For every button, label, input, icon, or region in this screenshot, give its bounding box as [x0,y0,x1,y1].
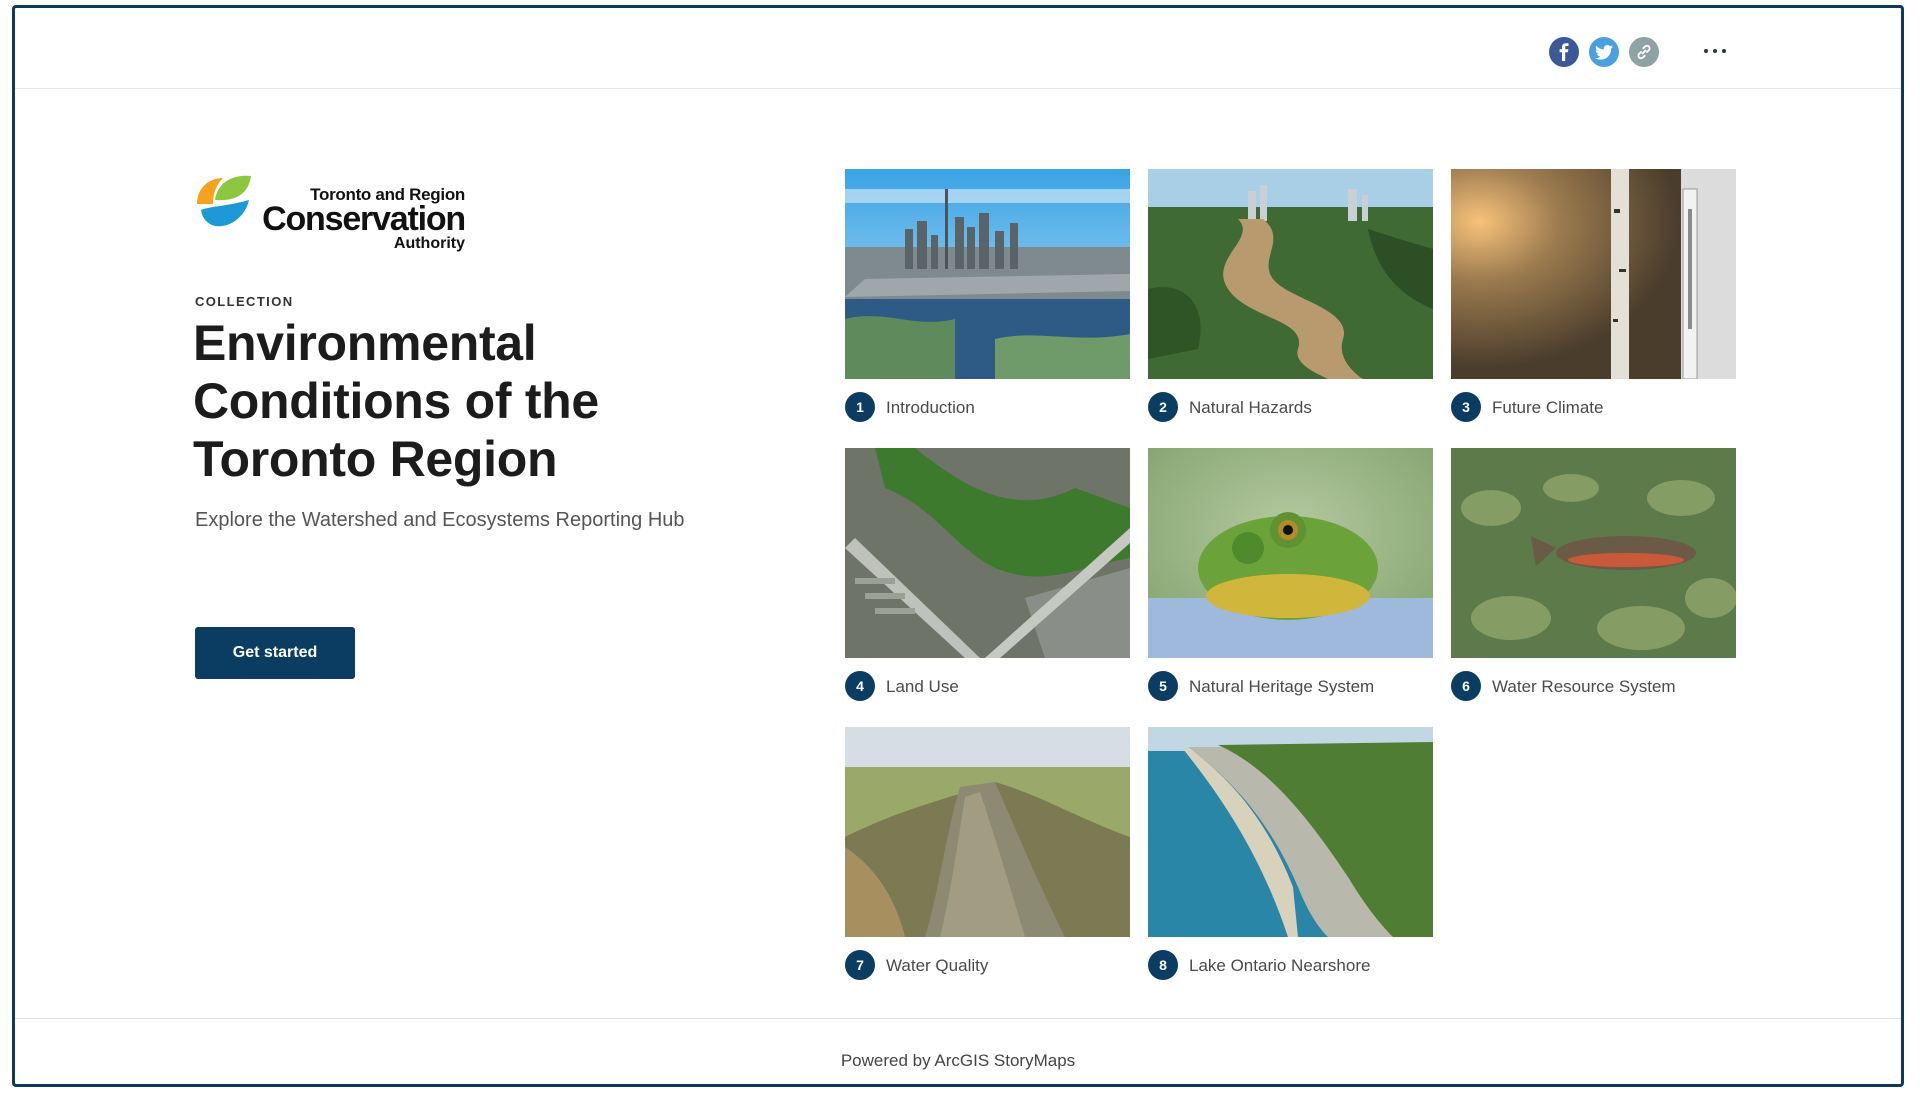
powered-by-link[interactable]: Powered by ArcGIS StoryMaps [15,1051,1901,1071]
collection-card-natural-hazards[interactable]: 2 Natural Hazards [1148,169,1433,422]
card-number-badge: 3 [1451,392,1481,422]
card-label: Introduction [886,398,975,417]
page-subtitle: Explore the Watershed and Ecosystems Rep… [195,509,685,531]
facebook-share-button[interactable] [1549,37,1579,67]
facebook-icon [1559,43,1569,61]
link-icon [1637,44,1651,60]
card-label: Water Quality [886,956,989,975]
collection-card-introduction[interactable]: 1 Introduction [845,169,1130,422]
thumbnail-bluffs-shoreline [1148,727,1433,937]
footer: Powered by ArcGIS StoryMaps [15,1018,1901,1084]
card-number-badge: 1 [845,392,875,422]
logo-line-3: Authority [393,235,465,252]
logo-wordmark: Toronto and Region Conservation Authorit… [255,166,466,252]
thumbnail-toronto-skyline [845,169,1130,379]
collection-card-water-resource-system[interactable]: 6 Water Resource System [1451,448,1736,701]
thumbnail-green-frog [1148,448,1433,658]
card-number-badge: 5 [1148,671,1178,701]
card-number-badge: 4 [845,671,875,701]
thumbnail-flooded-river [1148,169,1433,379]
collection-eyebrow: COLLECTION [195,294,294,309]
thumbnail-birch-thermometer [1451,169,1736,379]
collection-card-water-quality[interactable]: 7 Water Quality [845,727,1130,980]
trca-logo-icon [197,175,251,227]
card-label: Water Resource System [1492,677,1676,696]
thumbnail-river-spring [845,727,1130,937]
thumbnail-suburban-aerial [845,448,1130,658]
more-options-icon [1704,49,1708,53]
collection-card-lake-ontario-nearshore[interactable]: 8 Lake Ontario Nearshore [1148,727,1433,980]
twitter-share-button[interactable] [1589,37,1619,67]
trca-logo: Toronto and Region Conservation Authorit… [193,166,466,252]
card-label: Lake Ontario Nearshore [1189,956,1371,975]
story-frame: Toronto and Region Conservation Authorit… [12,5,1904,1087]
more-options-button[interactable] [1695,34,1735,68]
card-label: Land Use [886,677,959,696]
copy-link-button[interactable] [1629,37,1659,67]
more-dot [1722,49,1726,53]
collection-card-land-use[interactable]: 4 Land Use [845,448,1130,701]
get-started-button[interactable]: Get started [195,627,355,679]
card-number-badge: 8 [1148,950,1178,980]
collection-card-future-climate[interactable]: 3 Future Climate [1451,169,1736,422]
card-number-badge: 6 [1451,671,1481,701]
logo-line-2: Conservation [262,200,466,238]
more-dot [1713,49,1717,53]
card-number-badge: 7 [845,950,875,980]
top-bar [15,8,1901,89]
card-label: Future Climate [1492,398,1604,417]
card-label: Natural Heritage System [1189,677,1375,696]
card-number-badge: 2 [1148,392,1178,422]
twitter-icon [1595,44,1613,60]
thumbnail-trout-underwater [1451,448,1736,658]
card-label: Natural Hazards [1189,398,1312,417]
page-title: Environmental Conditions of the Toronto … [193,315,599,487]
collection-card-natural-heritage-system[interactable]: 5 Natural Heritage System [1148,448,1433,701]
